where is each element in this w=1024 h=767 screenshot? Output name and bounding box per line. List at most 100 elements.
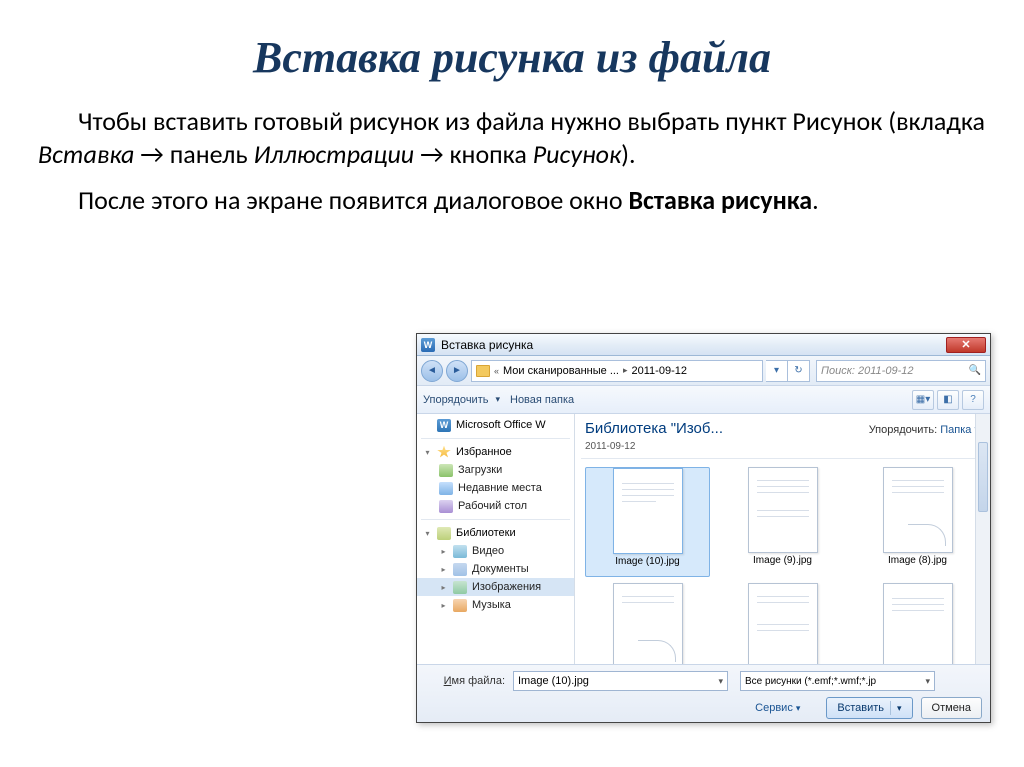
sidebar-item-documents[interactable]: ▸ Документы bbox=[417, 560, 574, 578]
organize-menu[interactable]: Упорядочить bbox=[423, 394, 500, 406]
sidebar-item-msword[interactable]: Microsoft Office W bbox=[417, 416, 574, 434]
thumbnail-preview bbox=[613, 468, 683, 554]
collapse-icon: ▾ bbox=[423, 448, 432, 457]
p1-italic-2: Иллюстрации bbox=[253, 138, 414, 170]
sidebar-label: Microsoft Office W bbox=[456, 419, 546, 431]
dialog-title: Вставка рисунка bbox=[441, 338, 533, 352]
address-bar: ◄ ► « Мои сканированные ... ▸ 2011-09-12… bbox=[417, 356, 990, 386]
breadcrumb-2[interactable]: 2011-09-12 bbox=[632, 365, 687, 377]
documents-icon bbox=[453, 563, 467, 576]
file-thumbnail[interactable] bbox=[585, 583, 710, 664]
path-dropdown-button[interactable]: ▾ bbox=[766, 360, 788, 382]
sidebar-label: Загрузки bbox=[458, 464, 502, 476]
thumbnail-preview bbox=[613, 583, 683, 664]
scrollbar-thumb[interactable] bbox=[978, 442, 988, 512]
help-button[interactable]: ? bbox=[962, 390, 984, 410]
p2-text: После этого на экране появится диалогово… bbox=[78, 184, 628, 216]
sidebar-label: Музыка bbox=[472, 599, 511, 611]
sidebar-item-libraries[interactable]: ▾ Библиотеки bbox=[417, 524, 574, 542]
thumbnail-preview bbox=[748, 467, 818, 553]
search-input[interactable]: Поиск: 2011-09-12 🔍 bbox=[816, 360, 986, 382]
dialog-titlebar: W Вставка рисунка ✕ bbox=[417, 334, 990, 356]
sidebar-item-video[interactable]: ▸ Видео bbox=[417, 542, 574, 560]
expand-icon: ▸ bbox=[439, 583, 448, 592]
navigation-sidebar: Microsoft Office W ▾ Избранное Загрузки … bbox=[417, 414, 575, 664]
cancel-button[interactable]: Отмена bbox=[921, 697, 982, 719]
filename-input[interactable]: Image (10).jpg ▾ bbox=[513, 671, 728, 691]
slide-title: Вставка рисунка из файла bbox=[38, 32, 986, 83]
search-icon: 🔍 bbox=[969, 365, 981, 376]
sidebar-label: Библиотеки bbox=[456, 527, 516, 539]
desktop-icon bbox=[439, 500, 453, 513]
thumbnail-preview bbox=[883, 467, 953, 553]
library-header: Библиотека "Изоб... bbox=[585, 420, 723, 437]
chevron-icon: « bbox=[494, 366, 499, 376]
word-app-icon: W bbox=[421, 338, 435, 352]
file-thumbnail[interactable]: Image (8).jpg bbox=[855, 467, 980, 577]
p1-arrow-1: → панель bbox=[134, 138, 253, 170]
dropdown-icon: ▾ bbox=[718, 676, 723, 687]
p1-text-end: ). bbox=[621, 138, 635, 170]
p2-text-end: . bbox=[812, 184, 819, 216]
sidebar-item-downloads[interactable]: Загрузки bbox=[417, 461, 574, 479]
collapse-icon: ▾ bbox=[423, 529, 432, 538]
breadcrumb-1[interactable]: Мои сканированные ... bbox=[503, 365, 619, 377]
insert-picture-dialog: W Вставка рисунка ✕ ◄ ► « Мои сканирован… bbox=[416, 333, 991, 723]
preview-pane-button[interactable]: ◧ bbox=[937, 390, 959, 410]
p1-italic-3: Рисунок bbox=[533, 138, 621, 170]
tools-menu[interactable]: Сервис ▾ bbox=[755, 702, 800, 714]
downloads-icon bbox=[439, 464, 453, 477]
library-subheader: 2011-09-12 bbox=[575, 441, 990, 458]
sidebar-label: Видео bbox=[472, 545, 504, 557]
file-content-area: Библиотека "Изоб... Упорядочить: Папка ▾… bbox=[575, 414, 990, 664]
file-name: Image (8).jpg bbox=[888, 555, 947, 566]
sidebar-label: Избранное bbox=[456, 446, 512, 458]
paragraph-2: После этого на экране появится диалогово… bbox=[38, 184, 986, 217]
recent-icon bbox=[439, 482, 453, 495]
sidebar-item-favorites[interactable]: ▾ Избранное bbox=[417, 443, 574, 461]
sidebar-item-images[interactable]: ▸ Изображения bbox=[417, 578, 574, 596]
expand-icon: ▸ bbox=[439, 547, 448, 556]
thumbnail-preview bbox=[883, 583, 953, 664]
dropdown-icon: ▾ bbox=[897, 703, 902, 714]
p1-text: Чтобы вставить готовый рисунок из файла … bbox=[78, 105, 985, 137]
filetype-dropdown[interactable]: Все рисунки (*.emf;*.wmf;*.jp ▾ bbox=[740, 671, 935, 691]
expand-icon: ▸ bbox=[439, 565, 448, 574]
file-thumbnail[interactable]: Image (9).jpg bbox=[720, 467, 845, 577]
p1-italic-1: Вставка bbox=[38, 138, 134, 170]
close-button[interactable]: ✕ bbox=[946, 337, 986, 353]
folder-icon bbox=[476, 365, 490, 377]
file-thumbnail[interactable]: Image (10).jpg bbox=[585, 467, 710, 577]
file-thumbnail[interactable] bbox=[855, 583, 980, 664]
thumbnail-preview bbox=[748, 583, 818, 664]
sort-label: Упорядочить: bbox=[869, 424, 938, 436]
view-mode-button[interactable]: ▦▾ bbox=[912, 390, 934, 410]
dialog-footer: Имя файла: Image (10).jpg ▾ Все рисунки … bbox=[417, 664, 990, 722]
sidebar-label: Документы bbox=[472, 563, 529, 575]
sidebar-item-music[interactable]: ▸ Музыка bbox=[417, 596, 574, 614]
nav-forward-button[interactable]: ► bbox=[446, 360, 468, 382]
dialog-toolbar: Упорядочить Новая папка ▦▾ ◧ ? bbox=[417, 386, 990, 414]
file-name: Image (9).jpg bbox=[753, 555, 812, 566]
images-icon bbox=[453, 581, 467, 594]
chevron-icon: ▸ bbox=[623, 365, 628, 376]
nav-back-button[interactable]: ◄ bbox=[421, 360, 443, 382]
file-thumbnail[interactable] bbox=[720, 583, 845, 664]
refresh-button[interactable]: ↻ bbox=[788, 360, 810, 382]
breadcrumb-path[interactable]: « Мои сканированные ... ▸ 2011-09-12 bbox=[471, 360, 763, 382]
dropdown-icon: ▾ bbox=[796, 703, 801, 714]
new-folder-button[interactable]: Новая папка bbox=[510, 394, 574, 406]
sidebar-item-recent[interactable]: Недавние места bbox=[417, 479, 574, 497]
p1-arrow-2: → кнопка bbox=[414, 138, 533, 170]
p2-bold: Вставка рисунка bbox=[628, 184, 812, 216]
dropdown-icon: ▾ bbox=[925, 676, 930, 687]
word-icon bbox=[437, 419, 451, 432]
sidebar-label: Недавние места bbox=[458, 482, 542, 494]
sidebar-item-desktop[interactable]: Рабочий стол bbox=[417, 497, 574, 515]
vertical-scrollbar[interactable] bbox=[975, 414, 990, 664]
libraries-icon bbox=[437, 527, 451, 540]
sidebar-label: Рабочий стол bbox=[458, 500, 527, 512]
insert-button[interactable]: Вставить ▾ bbox=[826, 697, 912, 719]
paragraph-1: Чтобы вставить готовый рисунок из файла … bbox=[38, 105, 986, 170]
video-icon bbox=[453, 545, 467, 558]
